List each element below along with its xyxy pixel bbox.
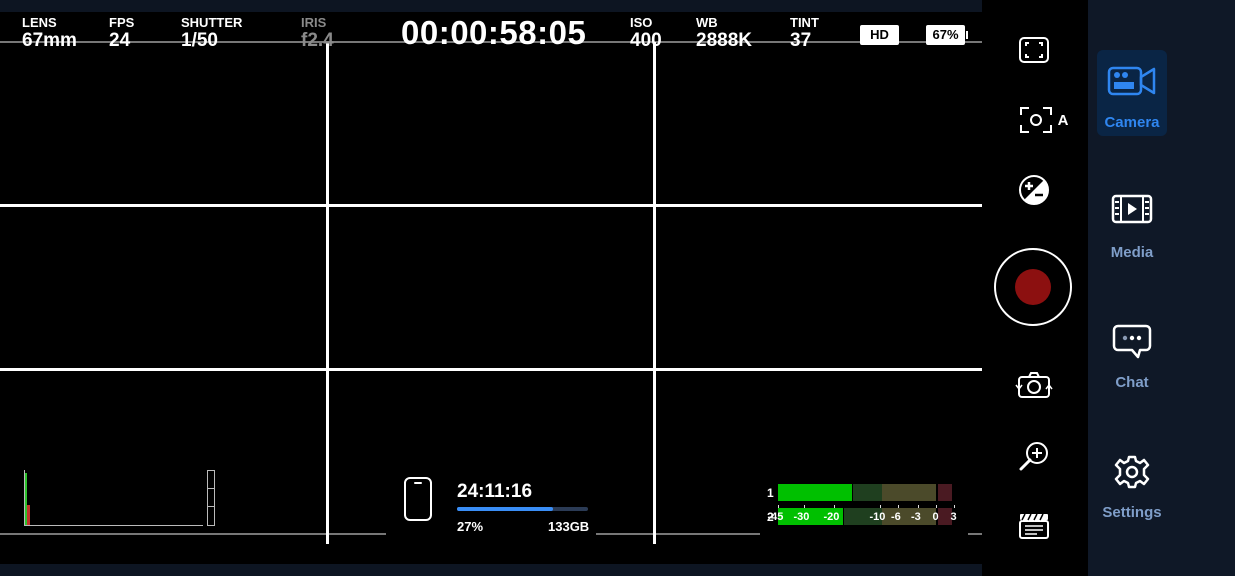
storage-progress-bar [457,507,588,511]
record-button[interactable] [994,248,1072,326]
iris-value: f2.4 [301,30,334,51]
chat-bubble-icon [1112,324,1152,359]
iso-readout[interactable]: ISO 400 [630,16,662,52]
flip-camera-icon [1015,372,1053,398]
meter-scale-label: -45 [767,511,784,523]
side-navigation: Camera Media Chat Settings [1088,0,1235,576]
meter-green-zone [853,484,882,501]
iris-label: IRIS [301,15,327,30]
meter-yellow-zone [882,484,936,501]
iso-label: ISO [630,15,653,30]
record-dot [1015,269,1051,305]
nav-item-media[interactable]: Media [1097,180,1167,266]
fps-value: 24 [109,30,131,51]
tint-label: TINT [790,15,819,30]
phone-storage-icon [404,477,432,521]
fps-label: FPS [109,15,135,30]
meter-tick [918,505,919,508]
video-camera-icon [1107,66,1156,96]
remaining-record-time: 24:11:16 [457,481,533,502]
flip-camera-button[interactable] [1012,366,1056,406]
tint-readout[interactable]: TINT 37 [790,16,819,52]
nav-label-settings: Settings [1102,504,1162,521]
shutter-readout[interactable]: SHUTTER 1/50 [181,16,242,52]
wb-value: 2888K [696,30,752,51]
meter-tick [898,505,899,508]
auto-focus-icon [1019,107,1052,133]
channel-1-meter [778,484,954,501]
iso-value: 400 [630,30,662,51]
auto-focus-label: A [1057,111,1069,129]
exposure-button[interactable] [1012,170,1056,210]
meter-tick [804,505,805,508]
audio-meters[interactable]: 1 2 -45 -30 -20 -10 -6 -3 0 3 [760,467,968,547]
storage-progress-fill [457,507,553,511]
mini-audio-meter [207,470,215,526]
grid-line-horizontal-2 [0,368,982,371]
shutter-label: SHUTTER [181,15,243,30]
iris-readout[interactable]: IRIS f2.4 [301,16,334,52]
meter-scale-label: -20 [823,511,840,523]
wb-readout[interactable]: WB 2888K [696,16,752,52]
channel-1-label: 1 [767,486,774,500]
slate-button[interactable] [1012,506,1056,546]
meter-scale-label: -3 [911,511,921,523]
nav-label-camera: Camera [1104,114,1160,131]
meter-tick [880,505,881,508]
meter-tick [954,505,955,508]
film-play-icon [1111,194,1153,224]
meter-tick [834,505,835,508]
zoom-button[interactable] [1012,436,1056,476]
nav-item-settings[interactable]: Settings [1097,440,1167,526]
nav-item-chat[interactable]: Chat [1097,310,1167,396]
fps-readout[interactable]: FPS 24 [109,16,134,52]
exposure-compensation-icon [1019,175,1049,205]
lens-readout[interactable]: LENS 67mm [22,16,77,52]
meter-scale-label: 3 [950,511,957,523]
battery-terminal [966,31,968,39]
timecode: 00:00:58:05 [401,14,587,51]
meter-scale-label: -10 [869,511,886,523]
storage-capacity: 133GB [548,519,590,534]
frame-guides-button[interactable] [1012,30,1056,70]
grid-line-vertical-2 [653,42,656,544]
clapperboard-icon [1019,513,1049,539]
storage-indicator[interactable]: 24:11:16 27% 133GB [386,467,596,537]
gear-icon [1114,455,1150,489]
battery-badge: 67% [926,25,965,45]
meter-red-zone [938,484,952,501]
meter-tick [936,505,937,508]
nav-item-camera[interactable]: Camera [1097,50,1167,136]
shutter-value: 1/50 [181,30,218,51]
meter-scale-label: -30 [793,511,810,523]
resolution-badge[interactable]: HD [860,25,899,45]
meter-scale-label: -6 [891,511,901,523]
frame-guides-icon [1019,37,1049,63]
lens-label: LENS [22,15,57,30]
histogram-red-peak [27,505,30,525]
nav-label-media: Media [1110,244,1154,261]
nav-label-chat: Chat [1115,374,1149,391]
meter-level-bar [778,484,853,501]
grid-line-horizontal-1 [0,204,982,207]
tint-value: 37 [790,30,812,51]
auto-focus-button[interactable]: A [1016,100,1072,140]
storage-percent: 27% [457,519,484,534]
meter-scale-label: 0 [932,511,939,523]
grid-line-vertical-1 [326,42,329,544]
meter-tick [778,505,779,508]
zoom-in-icon [1019,442,1048,471]
camera-toolbar: A [982,0,1088,576]
lens-value: 67mm [22,30,77,51]
wb-label: WB [696,15,718,30]
histogram[interactable] [24,470,203,526]
